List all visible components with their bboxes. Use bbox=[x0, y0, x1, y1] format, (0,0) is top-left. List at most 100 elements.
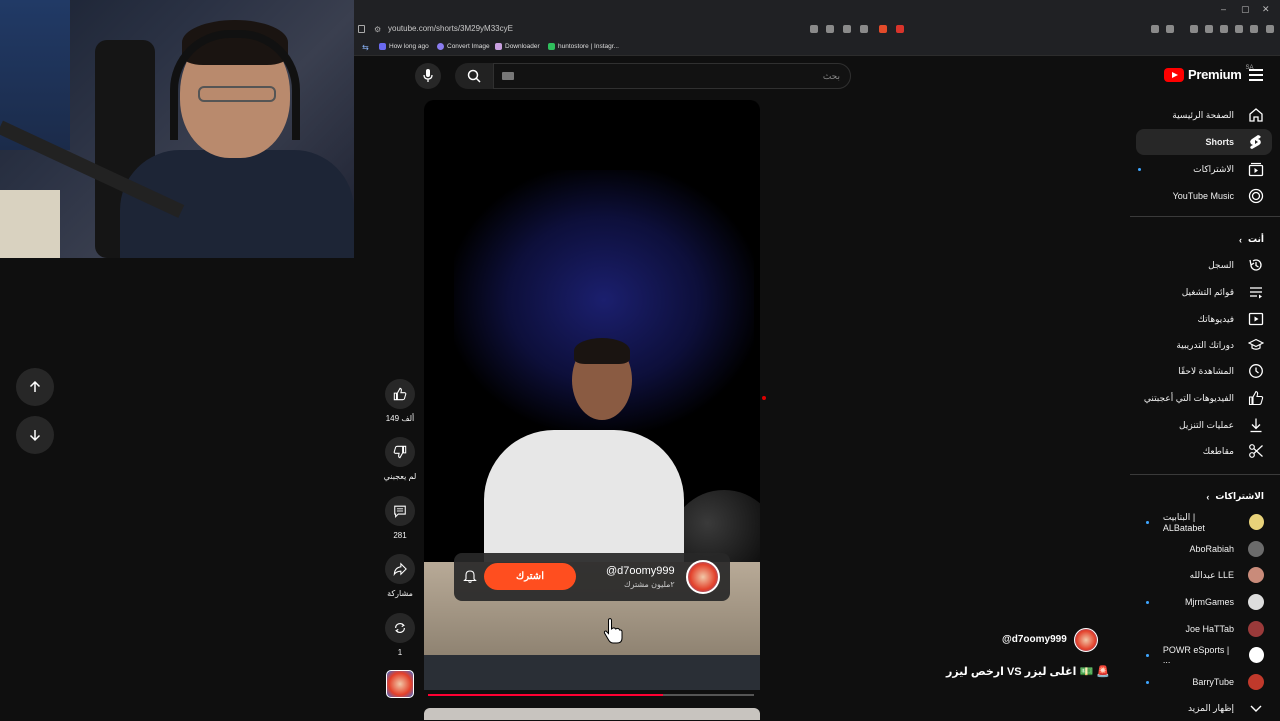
next-short-preview[interactable] bbox=[424, 708, 760, 720]
site-info-icon[interactable]: ⚙ bbox=[374, 25, 381, 34]
bookmark-huntostore[interactable]: huntostore | Instagr... bbox=[548, 43, 619, 50]
leo-icon[interactable] bbox=[1235, 25, 1243, 33]
bookmark-label: How long ago bbox=[389, 43, 429, 50]
share-circle[interactable] bbox=[385, 554, 415, 584]
sidebar-item-label: MjrmGames bbox=[1185, 597, 1234, 607]
red-marker bbox=[762, 396, 766, 400]
sidebar-subscriptions-header[interactable]: ‹ الاشتراكات bbox=[1206, 491, 1264, 502]
sidebar-item-shorts[interactable]: Shorts bbox=[1136, 129, 1272, 155]
clips-icon bbox=[1249, 444, 1263, 458]
bookmark-convert-image[interactable]: Convert Image bbox=[437, 43, 490, 50]
sidebar-item-courses[interactable]: دوراتك التدريبية bbox=[1132, 332, 1280, 358]
new-content-dot bbox=[1146, 680, 1149, 684]
sidebar-item-your-videos[interactable]: فيديوهاتك bbox=[1132, 306, 1280, 332]
bookmark-favicon-icon bbox=[495, 43, 502, 50]
sidebar-item-label: AboRabiah bbox=[1189, 544, 1234, 554]
sidebar-subscription-item[interactable]: MjrmGames bbox=[1132, 589, 1280, 615]
shorts-icon bbox=[1250, 135, 1261, 149]
sidebar-item-watch-later[interactable]: المشاهدة لاحقًا bbox=[1132, 358, 1280, 384]
subscriptions-icon bbox=[1248, 162, 1264, 177]
sidebar-subscription-item[interactable]: AboRabiah bbox=[1132, 536, 1280, 562]
share-page-icon[interactable] bbox=[860, 25, 868, 33]
shorts-video-player[interactable] bbox=[424, 100, 760, 690]
your-videos-icon bbox=[1248, 312, 1264, 326]
sidebar-item-label: POWR eSports | ... bbox=[1162, 645, 1230, 665]
previous-short-button[interactable] bbox=[16, 368, 54, 406]
vpn-icon[interactable] bbox=[1250, 25, 1258, 33]
comments-circle[interactable] bbox=[385, 496, 415, 526]
playlists-icon bbox=[1250, 287, 1262, 299]
sidebar-item-youtube-music[interactable]: YouTube Music bbox=[1132, 183, 1280, 209]
channel-avatar[interactable] bbox=[686, 560, 720, 594]
sidebar-you-header[interactable]: ‹ أنت bbox=[1239, 234, 1264, 245]
extension-icon[interactable] bbox=[1151, 25, 1159, 33]
sidebar-item-home[interactable]: الصفحة الرئيسية bbox=[1132, 102, 1280, 128]
media-icon[interactable] bbox=[1190, 25, 1198, 33]
sidebar-item-liked-videos[interactable]: الفيديوهات التي أعجبتني bbox=[1132, 385, 1280, 411]
youtube-premium-logo[interactable]: Premium SA bbox=[1164, 65, 1254, 82]
sidebar-item-history[interactable]: السجل bbox=[1132, 252, 1280, 278]
channel-handle[interactable]: @d7oomy999 bbox=[606, 565, 675, 577]
channel-avatar bbox=[1248, 647, 1264, 663]
sound-avatar[interactable] bbox=[386, 670, 414, 698]
sidebar-subscription-item[interactable]: Joe HaTTab bbox=[1132, 616, 1280, 642]
remix-count: 1 bbox=[397, 648, 403, 657]
search-box[interactable] bbox=[493, 63, 851, 89]
close-window-button[interactable]: ✕ bbox=[1262, 4, 1270, 15]
comment-icon bbox=[394, 505, 406, 518]
bell-icon bbox=[463, 570, 477, 583]
sidebar-subscription-item[interactable]: BarryTube bbox=[1132, 669, 1280, 695]
like-button[interactable]: 149 ألف bbox=[384, 379, 416, 423]
sidebar-divider bbox=[1130, 474, 1280, 475]
channel-avatar bbox=[1248, 674, 1264, 690]
sidebar-show-more[interactable]: إظهار المزيد bbox=[1132, 695, 1280, 721]
bookmark-how-long-ago[interactable]: How long ago bbox=[379, 43, 429, 50]
menu-icon[interactable] bbox=[1266, 25, 1274, 33]
search-button[interactable] bbox=[455, 63, 493, 89]
bookmark-icon[interactable] bbox=[358, 25, 365, 33]
keyboard-icon[interactable] bbox=[502, 72, 514, 80]
sidebar-item-downloads[interactable]: عمليات التنزيل bbox=[1132, 412, 1280, 438]
url-text[interactable]: youtube.com/shorts/3M29yM33cyE bbox=[388, 24, 513, 33]
sidebar-subscription-item[interactable]: POWR eSports | ... bbox=[1132, 642, 1280, 668]
sidebar-subscription-item[interactable]: عبدالله LLE bbox=[1132, 562, 1280, 588]
cast-icon[interactable] bbox=[810, 25, 818, 33]
search-input[interactable] bbox=[494, 64, 850, 88]
sidebar-toggle-icon[interactable] bbox=[1205, 25, 1213, 33]
video-channel-avatar[interactable] bbox=[1074, 628, 1098, 652]
sidebar-item-playlists[interactable]: قوائم التشغيل bbox=[1132, 279, 1280, 305]
bookmark-downloader[interactable]: Downloader bbox=[495, 43, 540, 50]
translate-icon[interactable] bbox=[826, 25, 834, 33]
wallet-icon[interactable] bbox=[1220, 25, 1228, 33]
like-circle[interactable] bbox=[385, 379, 415, 409]
zoom-icon[interactable] bbox=[843, 25, 851, 33]
subscribe-button[interactable]: اشترك bbox=[484, 563, 576, 590]
video-channel-handle[interactable]: @d7oomy999 bbox=[1002, 634, 1067, 645]
sidebar-item-label: قوائم التشغيل bbox=[1181, 286, 1234, 297]
share-button[interactable]: مشاركة bbox=[384, 554, 416, 598]
screenshot-icon[interactable] bbox=[1166, 25, 1174, 33]
like-count: 149 ألف bbox=[385, 414, 415, 423]
history-icon bbox=[1249, 259, 1262, 271]
next-short-button[interactable] bbox=[16, 416, 54, 454]
notification-bell-button[interactable] bbox=[463, 569, 477, 588]
sidebar-item-label: الفيديوهات التي أعجبتني bbox=[1143, 392, 1234, 403]
tabs-icon[interactable]: ⇆ bbox=[362, 43, 369, 52]
maximize-button[interactable]: ▢ bbox=[1241, 4, 1250, 15]
sidebar-item-subscriptions[interactable]: الاشتراكات bbox=[1132, 156, 1280, 182]
comments-button[interactable]: 281 bbox=[384, 496, 416, 540]
arrow-down-icon bbox=[29, 430, 41, 442]
brave-rewards-icon[interactable] bbox=[896, 25, 904, 33]
dislike-button[interactable]: لم يعجبني bbox=[384, 437, 416, 481]
video-progress-bar[interactable] bbox=[428, 694, 754, 696]
menu-button[interactable] bbox=[1249, 69, 1263, 81]
sidebar-item-clips[interactable]: مقاطعك bbox=[1132, 438, 1280, 464]
brave-shield-icon[interactable] bbox=[879, 25, 887, 33]
voice-search-button[interactable] bbox=[415, 63, 441, 89]
search-icon bbox=[467, 69, 481, 83]
dislike-circle[interactable] bbox=[385, 437, 415, 467]
minimize-button[interactable]: – bbox=[1221, 4, 1226, 14]
remix-button[interactable]: 1 bbox=[384, 613, 416, 657]
sidebar-subscription-item[interactable]: البتابيت | ALBatabet bbox=[1132, 509, 1280, 535]
remix-circle[interactable] bbox=[385, 613, 415, 643]
